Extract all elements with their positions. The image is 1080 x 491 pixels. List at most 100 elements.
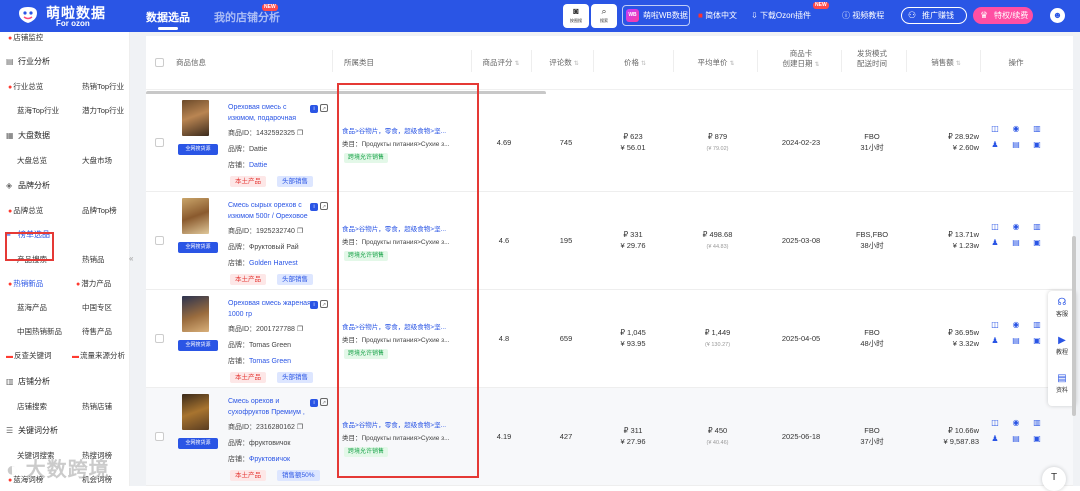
sidebar-item-brand-top[interactable]: 品牌Top榜 [82, 205, 117, 216]
sort-icon[interactable]: ⇅ [641, 61, 646, 67]
sidebar-item-store-search[interactable]: 店铺搜索 [17, 401, 47, 412]
book-icon[interactable]: ▥ [1032, 320, 1042, 329]
search-source-button[interactable]: 全网搜货源 [178, 242, 218, 253]
database-icon[interactable]: ▣ [1032, 140, 1042, 149]
database-icon[interactable]: ▣ [1032, 434, 1042, 443]
header-avg-price[interactable]: 平均单价 ⇅ [681, 58, 751, 69]
sidebar-item-hot-products[interactable]: 热销品 [82, 254, 105, 265]
open-link-icon[interactable]: ↗ [320, 104, 328, 112]
info-icon[interactable]: i [310, 105, 318, 113]
sidebar-item-market[interactable]: 大盘市场 [82, 155, 112, 166]
sidebar-item-china-hot-new[interactable]: 中国热销新品 [17, 326, 62, 337]
sort-icon[interactable]: ⇅ [729, 61, 734, 67]
sidebar-item-hot-stores[interactable]: 热销店铺 [82, 401, 112, 412]
back-to-top-button[interactable]: T [1042, 467, 1066, 491]
info-icon[interactable]: i [310, 301, 318, 309]
search-source-button[interactable]: 全网搜货源 [178, 340, 218, 351]
open-link-icon[interactable]: ↗ [320, 202, 328, 210]
product-image[interactable] [182, 100, 209, 136]
product-name-link[interactable]: Смесь орехов и сухофруктов Премиум , под… [228, 396, 313, 418]
product-name-link[interactable]: Ореховая смесь с изюмом, подарочная упак… [228, 102, 313, 124]
sidebar-item-brand-overview[interactable]: ●品牌总览 [8, 205, 43, 216]
language-selector[interactable]: ■ 简体中文 [698, 10, 737, 21]
product-name-link[interactable]: Смесь сырых орехов с изюмом 500г / Орехо… [228, 200, 313, 222]
sidebar-item-potential-industry[interactable]: 潜力Top行业 [82, 105, 124, 116]
bag-icon[interactable]: ◫ [990, 222, 1000, 231]
eye-icon[interactable]: ◉ [1011, 222, 1021, 231]
collapse-sidebar-icon[interactable]: « [129, 254, 133, 263]
bag-icon[interactable]: ◫ [990, 320, 1000, 329]
sort-icon[interactable]: ⇅ [814, 62, 819, 68]
tab-my-store-analysis[interactable]: 我的店铺分析 [214, 9, 280, 25]
sidebar-item-traffic-source[interactable]: ▬流量来源分析 [72, 350, 125, 361]
sidebar-item-hot-new-products[interactable]: ●热销新品 [8, 278, 43, 289]
row-checkbox[interactable] [155, 334, 164, 343]
open-link-icon[interactable]: ↗ [320, 398, 328, 406]
book-icon[interactable]: ▥ [1032, 124, 1042, 133]
file-icon[interactable]: ▤ [1011, 336, 1021, 345]
sort-icon[interactable]: ⇅ [514, 61, 519, 67]
sidebar-section-market[interactable]: ▦ 大盘数据 [6, 130, 50, 141]
row-checkbox[interactable] [155, 432, 164, 441]
sidebar-item-hot-top-industry[interactable]: 热销Top行业 [82, 81, 124, 92]
book-icon[interactable]: ▥ [1032, 222, 1042, 231]
file-icon[interactable]: ▤ [1011, 238, 1021, 247]
image-search-button[interactable]: ◙ 按图搜 [563, 4, 589, 28]
file-icon[interactable]: ▤ [1011, 434, 1021, 443]
download-plugin-link[interactable]: ⇩ 下载Ozon插件 [751, 10, 811, 21]
product-image[interactable] [182, 198, 209, 234]
eye-icon[interactable]: ◉ [1011, 124, 1021, 133]
vip-button[interactable]: ♛ 特权/续费 [973, 7, 1033, 24]
users-icon[interactable]: ♟ [990, 140, 1000, 149]
bag-icon[interactable]: ◫ [990, 418, 1000, 427]
open-link-icon[interactable]: ↗ [320, 300, 328, 308]
sidebar-item-pending-products[interactable]: 待售产品 [82, 326, 112, 337]
shop-link[interactable]: Tomas Green [249, 358, 291, 365]
wb-data-button[interactable]: WB 萌啦WB数据 [622, 5, 690, 26]
header-created-date[interactable]: 商品卡 创建日期 ⇅ [761, 49, 841, 70]
users-icon[interactable]: ♟ [990, 434, 1000, 443]
row-checkbox[interactable] [155, 236, 164, 245]
row-checkbox[interactable] [155, 138, 164, 147]
copy-icon[interactable]: ❐ [297, 326, 303, 333]
sidebar-item-store-monitor[interactable]: ●店铺监控 [8, 32, 43, 43]
shop-link[interactable]: Golden Harvest [249, 260, 298, 267]
avatar[interactable]: ☻ [1050, 8, 1065, 23]
search-button[interactable]: ⌕ 搜索 [591, 4, 617, 28]
file-icon[interactable]: ▤ [1011, 140, 1021, 149]
eye-icon[interactable]: ◉ [1011, 418, 1021, 427]
copy-icon[interactable]: ❐ [297, 130, 303, 137]
users-icon[interactable]: ♟ [990, 336, 1000, 345]
product-image[interactable] [182, 296, 209, 332]
sidebar-section-store[interactable]: ▥ 店铺分析 [6, 376, 50, 387]
sidebar-item-blue-ocean-industry[interactable]: 蓝海Top行业 [17, 105, 59, 116]
database-icon[interactable]: ▣ [1032, 238, 1042, 247]
book-icon[interactable]: ▥ [1032, 418, 1042, 427]
sidebar-item-reverse-keywords[interactable]: ▬反查关键词 [6, 350, 52, 361]
promo-button[interactable]: ⚇ 推广赚钱 [901, 7, 967, 24]
eye-icon[interactable]: ◉ [1011, 320, 1021, 329]
database-icon[interactable]: ▣ [1032, 336, 1042, 345]
users-icon[interactable]: ♟ [990, 238, 1000, 247]
info-icon[interactable]: i [310, 399, 318, 407]
video-tutorial-link[interactable]: ⓘ 视频教程 [842, 10, 884, 21]
vertical-scrollbar[interactable] [1072, 236, 1076, 416]
copy-icon[interactable]: ❐ [297, 228, 303, 235]
sidebar-item-potential-products[interactable]: ●潜力产品 [76, 278, 111, 289]
select-all-checkbox[interactable] [155, 58, 164, 67]
sidebar-section-brand[interactable]: ◈ 品牌分析 [6, 180, 50, 191]
logo[interactable]: 萌啦数据 For ozon [14, 2, 114, 30]
sort-icon[interactable]: ⇅ [956, 61, 961, 67]
product-image[interactable] [182, 394, 209, 430]
search-source-button[interactable]: 全网搜货源 [178, 144, 218, 155]
sidebar-item-market-overview[interactable]: 大盘总览 [17, 155, 47, 166]
category-path-link[interactable]: 食品>谷物片，零食，超级食物>坚... [342, 125, 467, 135]
shop-link[interactable]: Фруктовичок [249, 456, 290, 463]
category-path-link[interactable]: 食品>谷物片，零食，超级食物>坚... [342, 321, 467, 331]
header-price[interactable]: 价格 ⇅ [610, 58, 660, 69]
sort-icon[interactable]: ⇅ [574, 61, 579, 67]
shop-link[interactable]: Dattie [249, 162, 267, 169]
copy-icon[interactable]: ❐ [297, 424, 303, 431]
sidebar-section-keywords[interactable]: ☰ 关键词分析 [6, 425, 58, 436]
header-rating[interactable]: 商品评分 ⇅ [476, 58, 526, 69]
